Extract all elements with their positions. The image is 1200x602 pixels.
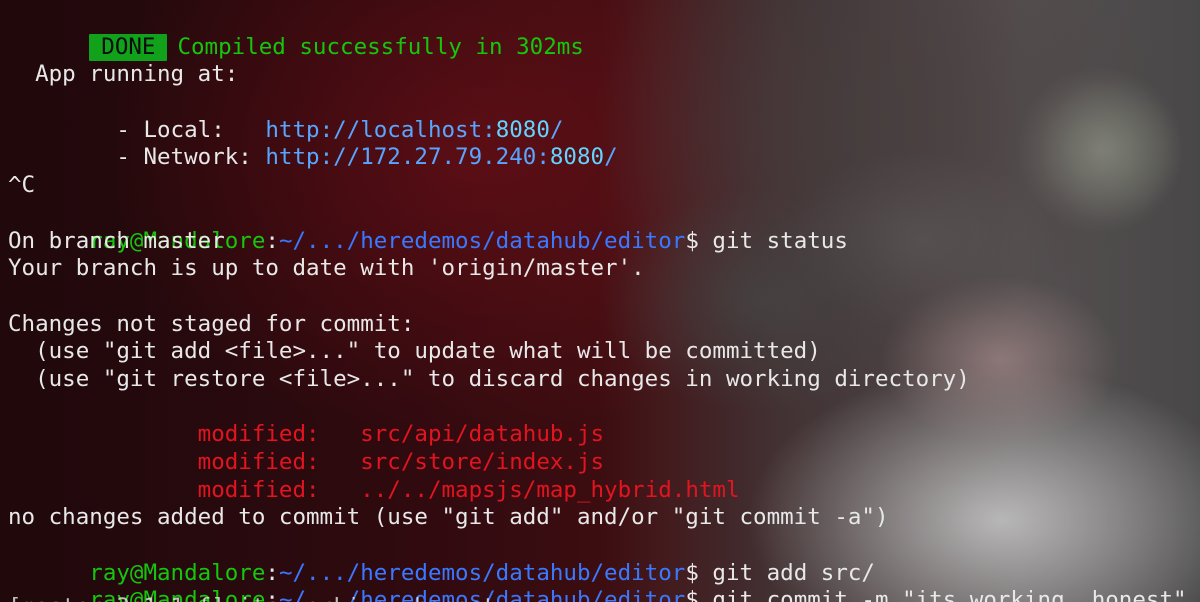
modified-label: modified: bbox=[89, 476, 361, 503]
prompt-path: ~/.../heredemos/datahub/editor bbox=[278, 227, 686, 254]
hint-git-add: (use "git add <file>..." to update what … bbox=[8, 338, 821, 365]
local-url-line: - Local: http://localhost:8080/ bbox=[8, 89, 1200, 143]
changes-heading: Changes not staged for commit: bbox=[8, 310, 415, 337]
local-label: - Local: bbox=[89, 116, 266, 143]
local-url-suffix[interactable]: / bbox=[550, 117, 564, 143]
modified-file-line: modified: src/api/datahub.js bbox=[8, 394, 1200, 447]
terminal-window[interactable]: DONE Compiled successfully in 302ms App r… bbox=[0, 0, 1200, 602]
partially-visible-output-line: [master 3c1a1ef] its working, honest bbox=[8, 594, 496, 602]
modified-label: modified: bbox=[89, 449, 361, 476]
no-changes-line: no changes added to commit (use "git add… bbox=[8, 504, 889, 531]
network-url-prefix[interactable]: http://172.27.79.240: bbox=[265, 144, 549, 170]
modified-label: modified: bbox=[89, 421, 361, 448]
modified-file: src/store/index.js bbox=[360, 449, 605, 476]
modified-file: ../../mapsjs/map_hybrid.html bbox=[360, 476, 740, 503]
network-url-suffix[interactable]: / bbox=[604, 144, 618, 170]
local-url-prefix[interactable]: http://localhost: bbox=[265, 117, 495, 143]
local-url-port[interactable]: 8080 bbox=[496, 117, 550, 143]
network-label: - Network: bbox=[89, 144, 266, 171]
prompt-user-host: ray@Mandalore bbox=[89, 559, 266, 586]
done-badge: DONE bbox=[89, 33, 168, 62]
prompt-symbol: $ bbox=[685, 227, 713, 254]
prompt-symbol: $ bbox=[685, 587, 713, 602]
prompt-colon: : bbox=[265, 559, 279, 586]
upstream-line: Your branch is up to date with 'origin/m… bbox=[8, 255, 645, 282]
interrupt-line: ^C bbox=[8, 172, 36, 199]
terminal-line-done: DONE Compiled successfully in 302ms bbox=[8, 6, 1200, 62]
app-running-heading: App running at: bbox=[8, 61, 239, 88]
prompt-symbol: $ bbox=[685, 559, 713, 586]
hint-git-restore: (use "git restore <file>..." to discard … bbox=[8, 365, 970, 392]
prompt-line-git-add: ray@Mandalore:~/.../heredemos/datahub/ed… bbox=[8, 532, 1200, 586]
prompt-path: ~/.../heredemos/datahub/editor bbox=[278, 559, 686, 586]
command-git-add: git add src/ bbox=[712, 559, 875, 586]
prompt-line-git-status: ray@Mandalore:~/.../heredemos/datahub/ed… bbox=[8, 200, 1200, 254]
network-url-port[interactable]: 8080 bbox=[550, 144, 604, 170]
compiled-success-text: Compiled successfully in 302ms bbox=[177, 33, 584, 60]
modified-file: src/api/datahub.js bbox=[360, 421, 605, 448]
command-git-commit: git commit -m "its working, honest" bbox=[712, 587, 1187, 602]
terminal-line-empty bbox=[8, 283, 1200, 311]
prompt-colon: : bbox=[265, 227, 279, 254]
command-git-status: git status bbox=[712, 227, 848, 254]
terminal-output[interactable]: DONE Compiled successfully in 302ms App r… bbox=[8, 6, 1200, 602]
